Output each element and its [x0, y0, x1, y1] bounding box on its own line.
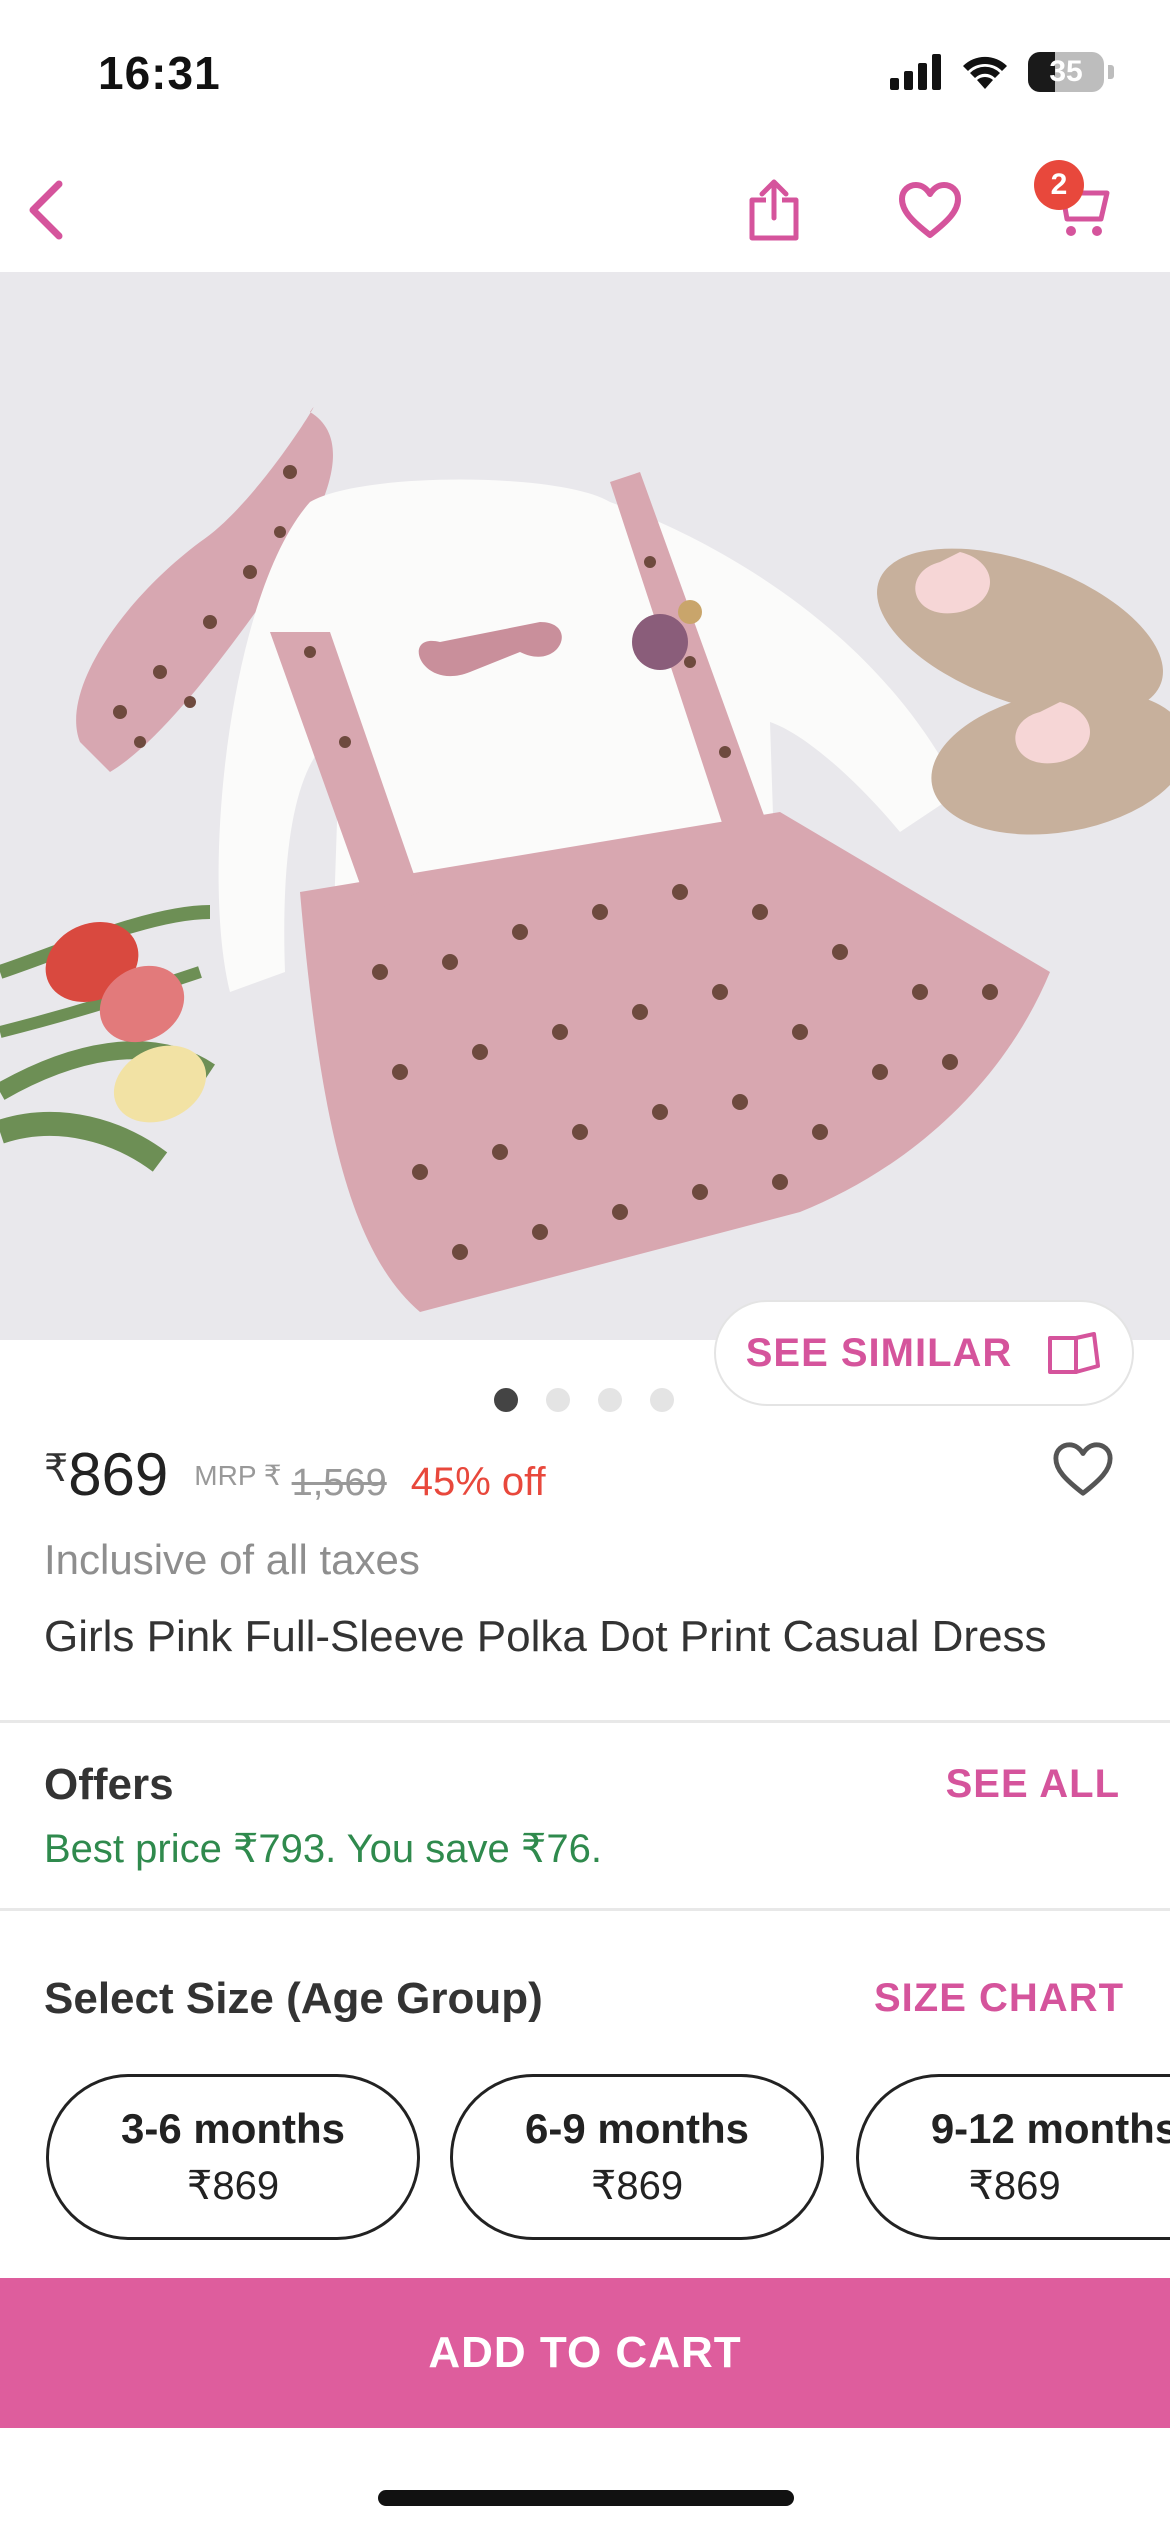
- see-similar-label: SEE SIMILAR: [745, 1330, 1013, 1375]
- size-option-price: ₹869: [186, 2164, 280, 2208]
- size-option-6-9-months[interactable]: 6-9 months ₹869: [450, 2074, 824, 2240]
- price-currency: ₹: [44, 1448, 69, 1490]
- see-all-offers-link[interactable]: SEE ALL: [946, 1762, 1120, 1807]
- size-section-title: Select Size (Age Group): [44, 1974, 543, 2023]
- carousel-dot[interactable]: [494, 1388, 518, 1412]
- battery-icon: 35: [1028, 52, 1104, 92]
- see-similar-button[interactable]: SEE SIMILAR: [714, 1300, 1134, 1406]
- wishlist-button[interactable]: [890, 170, 970, 250]
- signal-icon: [890, 54, 941, 90]
- size-option-label: 3-6 months: [120, 2105, 346, 2152]
- heart-outline-icon: [1053, 1442, 1113, 1496]
- current-price: 869: [68, 1441, 169, 1508]
- size-option-9-12-months[interactable]: 9-12 months ₹869: [856, 2074, 1170, 2240]
- size-option-3-6-months[interactable]: 3-6 months ₹869: [46, 2074, 420, 2240]
- carousel-dot[interactable]: [546, 1388, 570, 1412]
- best-price-offer: Best price ₹793. You save ₹76.: [44, 1827, 602, 1871]
- discount-badge: 45% off: [410, 1460, 546, 1504]
- chevron-left-icon: [29, 180, 63, 240]
- size-option-label: 6-9 months: [524, 2105, 750, 2152]
- size-option-price: ₹869: [590, 2164, 684, 2208]
- tax-note: Inclusive of all taxes: [44, 1536, 420, 1583]
- add-to-cart-button[interactable]: ADD TO CART: [0, 2278, 1170, 2428]
- share-button[interactable]: [734, 170, 814, 250]
- share-icon: [749, 179, 799, 241]
- similar-cards-icon: [1048, 1332, 1101, 1374]
- carousel-dot[interactable]: [598, 1388, 622, 1412]
- size-option-price: ₹869: [968, 2164, 1061, 2208]
- product-title: Girls Pink Full-Sleeve Polka Dot Print C…: [44, 1612, 1047, 1661]
- wifi-icon: [963, 56, 1007, 89]
- size-chart-link[interactable]: SIZE CHART: [874, 1976, 1124, 2021]
- carousel-dot[interactable]: [650, 1388, 674, 1412]
- cart-count-badge: 2: [1034, 160, 1084, 210]
- status-icons: 35: [890, 52, 1114, 92]
- product-image[interactable]: [0, 272, 1170, 1340]
- home-indicator[interactable]: [378, 2490, 794, 2506]
- mrp-label: MRP ₹: [194, 1460, 282, 1491]
- size-option-label: 9-12 months: [930, 2105, 1170, 2152]
- back-button[interactable]: [6, 170, 86, 250]
- status-time: 16:31: [98, 47, 221, 99]
- battery-cap: [1108, 65, 1114, 79]
- mrp-price: 1,569: [291, 1462, 387, 1504]
- price-row: ₹ 869 MRP ₹ 1,569 45% off: [44, 1440, 546, 1509]
- heart-icon: [899, 182, 961, 238]
- app-header: [0, 140, 1170, 272]
- battery-level: 35: [1049, 55, 1083, 88]
- status-bar: 16:31 35: [0, 0, 1170, 140]
- wishlist-toggle[interactable]: [1052, 1440, 1114, 1503]
- offers-title: Offers: [44, 1760, 174, 1809]
- divider: [0, 1908, 1170, 1911]
- carousel-dots: [494, 1388, 674, 1412]
- divider: [0, 1720, 1170, 1723]
